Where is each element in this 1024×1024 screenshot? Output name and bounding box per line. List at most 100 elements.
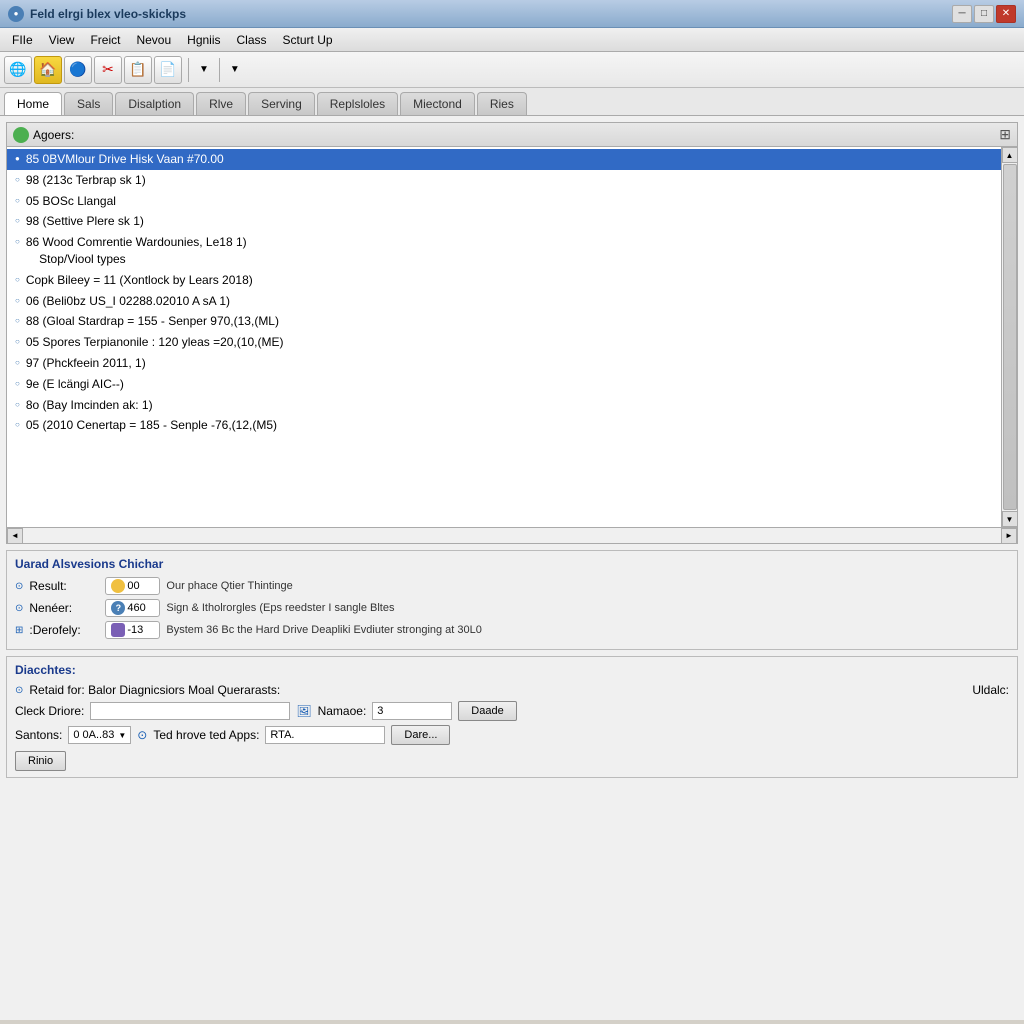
tab-bar: Home Sals Disalption Rlve Serving Replsl… bbox=[0, 88, 1024, 116]
list-item[interactable]: ○ 98 (Settive Plere sk 1) bbox=[7, 211, 1001, 232]
result-badge: 00 bbox=[105, 577, 160, 595]
list-item[interactable]: ○ 8o (Bay Imcinden ak: 1) bbox=[7, 395, 1001, 416]
namaoe-label: Namaoe: bbox=[318, 704, 367, 718]
tab-home[interactable]: Home bbox=[4, 92, 62, 115]
derofely-badge-value: -13 bbox=[127, 624, 143, 636]
toolbar-arrow-1[interactable]: ▼ bbox=[195, 62, 213, 77]
list-radio: ○ bbox=[15, 336, 20, 347]
derofely-radio[interactable]: ⊞ bbox=[15, 625, 23, 636]
list-radio: ○ bbox=[15, 236, 20, 247]
cleck-input[interactable] bbox=[90, 702, 290, 720]
tab-replsoles[interactable]: Replsloles bbox=[317, 92, 398, 115]
agents-list[interactable]: ● 85 0BVMlour Drive Hisk Vaan #70.00 ○ 9… bbox=[7, 147, 1001, 527]
agents-panel: Agoers: ⊞ ● 85 0BVMlour Drive Hisk Vaan … bbox=[6, 122, 1018, 544]
menu-file[interactable]: FIIe bbox=[4, 31, 41, 49]
list-item[interactable]: ○ 97 (Phckfeein 2011, 1) bbox=[7, 353, 1001, 374]
agents-icon bbox=[13, 127, 29, 143]
tab-sals[interactable]: Sals bbox=[64, 92, 113, 115]
diag-rinio-row: Rinio bbox=[15, 751, 1009, 771]
nender-label: Nenéer: bbox=[29, 601, 99, 615]
list-item-text: Copk Bileey = 11 (Xontlock by Lears 2018… bbox=[26, 272, 253, 289]
horizontal-scrollbar[interactable]: ◄ ► bbox=[7, 527, 1017, 543]
menu-view[interactable]: View bbox=[41, 31, 83, 49]
list-radio: ○ bbox=[15, 295, 20, 306]
namaoe-input[interactable] bbox=[372, 702, 452, 720]
nender-radio[interactable]: ⊙ bbox=[15, 603, 23, 614]
dare-button[interactable]: Dare... bbox=[391, 725, 450, 745]
scroll-down-arrow[interactable]: ▼ bbox=[1002, 511, 1018, 527]
expand-icon[interactable]: ⊞ bbox=[999, 126, 1011, 143]
agents-list-area: ● 85 0BVMlour Drive Hisk Vaan #70.00 ○ 9… bbox=[7, 147, 1001, 527]
list-item-text: 05 BOSc Llangal bbox=[26, 193, 116, 210]
list-item-text: 85 0BVMlour Drive Hisk Vaan #70.00 bbox=[26, 151, 224, 168]
santons-select[interactable]: 0 0A..83 ▼ bbox=[68, 726, 131, 744]
menu-freict[interactable]: Freict bbox=[82, 31, 128, 49]
status-row-derofely: ⊞ :Derofely: -13 Bystem 36 Bc the Hard D… bbox=[15, 621, 1009, 639]
list-item[interactable]: ○ 86 Wood Comrentie Wardounies, Le18 1) … bbox=[7, 232, 1001, 270]
nender-description: Sign & Itholrorgles (Eps reedster I sang… bbox=[166, 602, 394, 614]
menu-class[interactable]: Class bbox=[229, 31, 275, 49]
result-label: Result: bbox=[29, 579, 99, 593]
scroll-up-arrow[interactable]: ▲ bbox=[1002, 147, 1018, 163]
list-item[interactable]: ○ 98 (213c Terbrap sk 1) bbox=[7, 170, 1001, 191]
tab-ries[interactable]: Ries bbox=[477, 92, 527, 115]
agents-title: Agoers: bbox=[33, 128, 74, 142]
toolbar-btn-mask[interactable]: 🔵 bbox=[64, 56, 92, 84]
diag-radio[interactable]: ⊙ bbox=[15, 685, 23, 696]
list-item-text: 98 (Settive Plere sk 1) bbox=[26, 213, 144, 230]
tab-rlve[interactable]: Rlve bbox=[196, 92, 246, 115]
toolbar-btn-scissors[interactable]: ✂ bbox=[94, 56, 122, 84]
toolbar-arrow-2[interactable]: ▼ bbox=[226, 62, 244, 77]
minimize-button[interactable]: ─ bbox=[952, 5, 972, 23]
list-item-text: 06 (Beli0bz US_I 02288.02010 A sA 1) bbox=[26, 293, 230, 310]
santons-arrow-icon: ▼ bbox=[118, 731, 126, 740]
menu-hgniis[interactable]: Hgniis bbox=[179, 31, 228, 49]
scroll-left-arrow[interactable]: ◄ bbox=[7, 528, 23, 544]
toolbar-btn-globe[interactable]: 🌐 bbox=[4, 56, 32, 84]
tab-serving[interactable]: Serving bbox=[248, 92, 315, 115]
list-item-text: 05 Spores Terpianonile : 120 yleas =20,(… bbox=[26, 334, 284, 351]
toolbar-separator-1 bbox=[188, 58, 189, 82]
list-radio: ○ bbox=[15, 378, 20, 389]
toolbar: 🌐 🏠 🔵 ✂ 📋 📄 ▼ ▼ bbox=[0, 52, 1024, 88]
list-item-text: 88 (Gloal Stardrap = 155 - Senper 970,(1… bbox=[26, 313, 279, 330]
menu-scturtp[interactable]: Scturt Up bbox=[275, 31, 341, 49]
list-radio: ○ bbox=[15, 419, 20, 430]
ted-icon: ⊙ bbox=[137, 728, 147, 742]
list-item-text: 97 (Phckfeein 2011, 1) bbox=[26, 355, 146, 372]
list-item[interactable]: ○ 05 Spores Terpianonile : 120 yleas =20… bbox=[7, 332, 1001, 353]
title-bar: ● Feld elrgi blex vleo-skickps ─ □ ✕ bbox=[0, 0, 1024, 28]
list-item[interactable]: ○ 05 BOSc Llangal bbox=[7, 191, 1001, 212]
list-item-text: 98 (213c Terbrap sk 1) bbox=[26, 172, 146, 189]
close-button[interactable]: ✕ bbox=[996, 5, 1016, 23]
ted-label: Ted hrove ted Apps: bbox=[153, 728, 259, 742]
title-bar-text: Feld elrgi blex vleo-skickps bbox=[30, 7, 952, 21]
toolbar-btn-home[interactable]: 🏠 bbox=[34, 56, 62, 84]
vertical-scrollbar[interactable]: ▲ ▼ bbox=[1001, 147, 1017, 527]
list-item[interactable]: ○ 06 (Beli0bz US_I 02288.02010 A sA 1) bbox=[7, 291, 1001, 312]
list-radio: ○ bbox=[15, 357, 20, 368]
tab-disalption[interactable]: Disalption bbox=[115, 92, 194, 115]
list-item[interactable]: ○ 9e (E lcängi AIC--) bbox=[7, 374, 1001, 395]
status-section: Uarad Alsvesions Chichar ⊙ Result: 00 Ou… bbox=[6, 550, 1018, 650]
maximize-button[interactable]: □ bbox=[974, 5, 994, 23]
result-radio[interactable]: ⊙ bbox=[15, 581, 23, 592]
derofely-description: Bystem 36 Bc the Hard Drive Deapliki Evd… bbox=[166, 624, 482, 636]
list-item[interactable]: ○ Copk Bileey = 11 (Xontlock by Lears 20… bbox=[7, 270, 1001, 291]
status-row-nender: ⊙ Nenéer: ? 460 Sign & Itholrorgles (Eps… bbox=[15, 599, 1009, 617]
menu-nevou[interactable]: Nevou bbox=[128, 31, 179, 49]
toolbar-btn-clipboard[interactable]: 📋 bbox=[124, 56, 152, 84]
list-item[interactable]: ● 85 0BVMlour Drive Hisk Vaan #70.00 bbox=[7, 149, 1001, 170]
scroll-right-arrow[interactable]: ► bbox=[1001, 528, 1017, 544]
ted-input[interactable] bbox=[265, 726, 385, 744]
list-item[interactable]: ○ 88 (Gloal Stardrap = 155 - Senper 970,… bbox=[7, 311, 1001, 332]
rinio-button[interactable]: Rinio bbox=[15, 751, 66, 771]
tab-miectond[interactable]: Miectond bbox=[400, 92, 475, 115]
diag-bottom-row: Santons: 0 0A..83 ▼ ⊙ Ted hrove ted Apps… bbox=[15, 725, 1009, 745]
list-item-text: 8o (Bay Imcinden ak: 1) bbox=[26, 397, 153, 414]
list-item[interactable]: ○ 05 (2010 Cenertap = 185 - Senple -76,(… bbox=[7, 415, 1001, 436]
list-item-text: 86 Wood Comrentie Wardounies, Le18 1) St… bbox=[26, 234, 247, 268]
toolbar-btn-doc[interactable]: 📄 bbox=[154, 56, 182, 84]
daade-button[interactable]: Daade bbox=[458, 701, 516, 721]
scroll-thumb[interactable] bbox=[1003, 164, 1017, 510]
